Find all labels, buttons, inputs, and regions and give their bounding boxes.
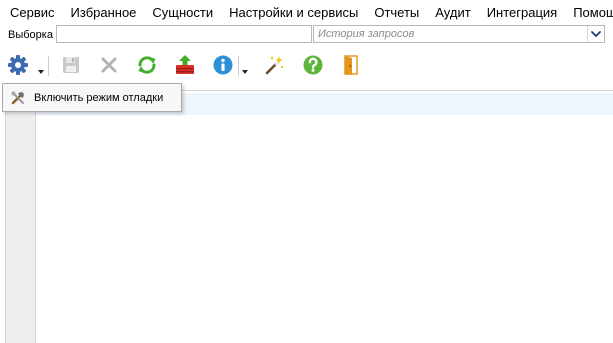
editor-gutter: [5, 90, 36, 343]
delete-button[interactable]: [97, 53, 121, 77]
menu-favorites[interactable]: Избранное: [63, 0, 145, 26]
menu-bar: Сервис Избранное Сущности Настройки и се…: [0, 0, 613, 26]
wizard-button[interactable]: [262, 53, 286, 77]
query-history-input[interactable]: [314, 26, 588, 42]
exit-door-icon: [344, 55, 358, 75]
menu-integration[interactable]: Интеграция: [479, 0, 566, 26]
menu-entities[interactable]: Сущности: [144, 0, 221, 26]
dropdown-arrow-icon: [242, 70, 248, 74]
refresh-icon: [138, 56, 156, 74]
help-question-icon: [303, 55, 323, 75]
info-icon: [213, 55, 233, 75]
exit-button[interactable]: [338, 53, 362, 77]
query-history-dropdown-button[interactable]: [587, 26, 604, 42]
menu-audit[interactable]: Аудит: [427, 0, 478, 26]
menu-item-label: Включить режим отладки: [34, 92, 164, 104]
export-button[interactable]: [173, 53, 197, 77]
chevron-down-icon: [591, 31, 601, 37]
menu-help[interactable]: Помощь: [565, 0, 613, 26]
toolbar: [0, 50, 613, 82]
dropdown-arrow-icon: [38, 70, 44, 74]
save-button[interactable]: [59, 53, 83, 77]
toolbar-separator: [238, 56, 239, 76]
delete-x-icon: [101, 57, 117, 73]
menu-reports[interactable]: Отчеты: [366, 0, 427, 26]
info-button[interactable]: [211, 53, 235, 77]
export-upload-icon: [176, 55, 194, 74]
help-button[interactable]: [301, 53, 325, 77]
settings-dropdown-arrow[interactable]: [37, 64, 45, 74]
query-label: Выборка: [8, 29, 53, 41]
menu-service[interactable]: Сервис: [0, 0, 63, 26]
magic-wand-icon: [265, 56, 284, 75]
info-dropdown-arrow[interactable]: [241, 64, 249, 74]
app-window: Сервис Избранное Сущности Настройки и се…: [0, 0, 613, 343]
query-history-combo[interactable]: [313, 25, 605, 43]
menu-item-enable-debug[interactable]: Включить режим отладки: [4, 86, 180, 110]
query-input[interactable]: [56, 25, 312, 43]
save-disk-icon: [63, 57, 79, 73]
query-row: Выборка: [0, 25, 613, 45]
refresh-button[interactable]: [135, 53, 159, 77]
settings-button[interactable]: [6, 53, 30, 77]
menu-settings-services[interactable]: Настройки и сервисы: [221, 0, 366, 26]
settings-gear-icon: [8, 55, 28, 75]
settings-dropdown-menu: Включить режим отладки: [2, 83, 182, 112]
tools-hammer-icon: [10, 90, 26, 106]
toolbar-separator: [48, 56, 49, 76]
